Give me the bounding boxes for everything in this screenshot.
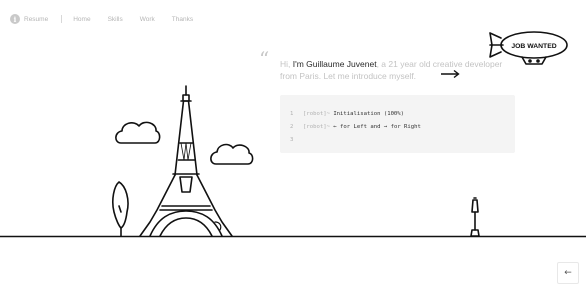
console-text: for Right bbox=[387, 124, 421, 130]
console-text: for Left and bbox=[336, 124, 384, 130]
street-lamp-icon bbox=[470, 197, 480, 237]
intro-name: I'm Guillaume Juvenet bbox=[292, 59, 377, 69]
line-number: 3 bbox=[290, 137, 294, 143]
arrow-left-icon: ← bbox=[564, 268, 572, 278]
console-line: 2 [robot]~ ← for Left and → for Right bbox=[290, 121, 515, 134]
eiffel-tower-icon bbox=[139, 85, 233, 237]
quote-icon: “ bbox=[259, 47, 270, 71]
back-button[interactable]: ← bbox=[557, 262, 579, 284]
intro-text: Hi, I'm Guillaume Juvenet, a 21 year old… bbox=[280, 58, 512, 82]
blimp-banner-text: JOB WANTED bbox=[511, 43, 556, 50]
console-prompt: [robot]~ bbox=[303, 111, 334, 117]
cloud-left bbox=[115, 121, 161, 144]
arrow-right-icon bbox=[441, 69, 460, 79]
line-number: 1 bbox=[290, 111, 294, 117]
cloud-right bbox=[210, 143, 254, 165]
line-number: 2 bbox=[290, 124, 294, 130]
robot-console: 1 [robot]~ Initialisation (100%) 2 [robo… bbox=[280, 95, 515, 153]
console-line: 1 [robot]~ Initialisation (100%) bbox=[290, 108, 515, 121]
console-text: Initialisation (100%) bbox=[333, 111, 405, 117]
intro-greeting: Hi, bbox=[280, 59, 293, 69]
console-prompt: [robot]~ bbox=[303, 124, 334, 130]
console-line: 3 bbox=[290, 134, 515, 147]
tree-icon bbox=[112, 181, 129, 237]
